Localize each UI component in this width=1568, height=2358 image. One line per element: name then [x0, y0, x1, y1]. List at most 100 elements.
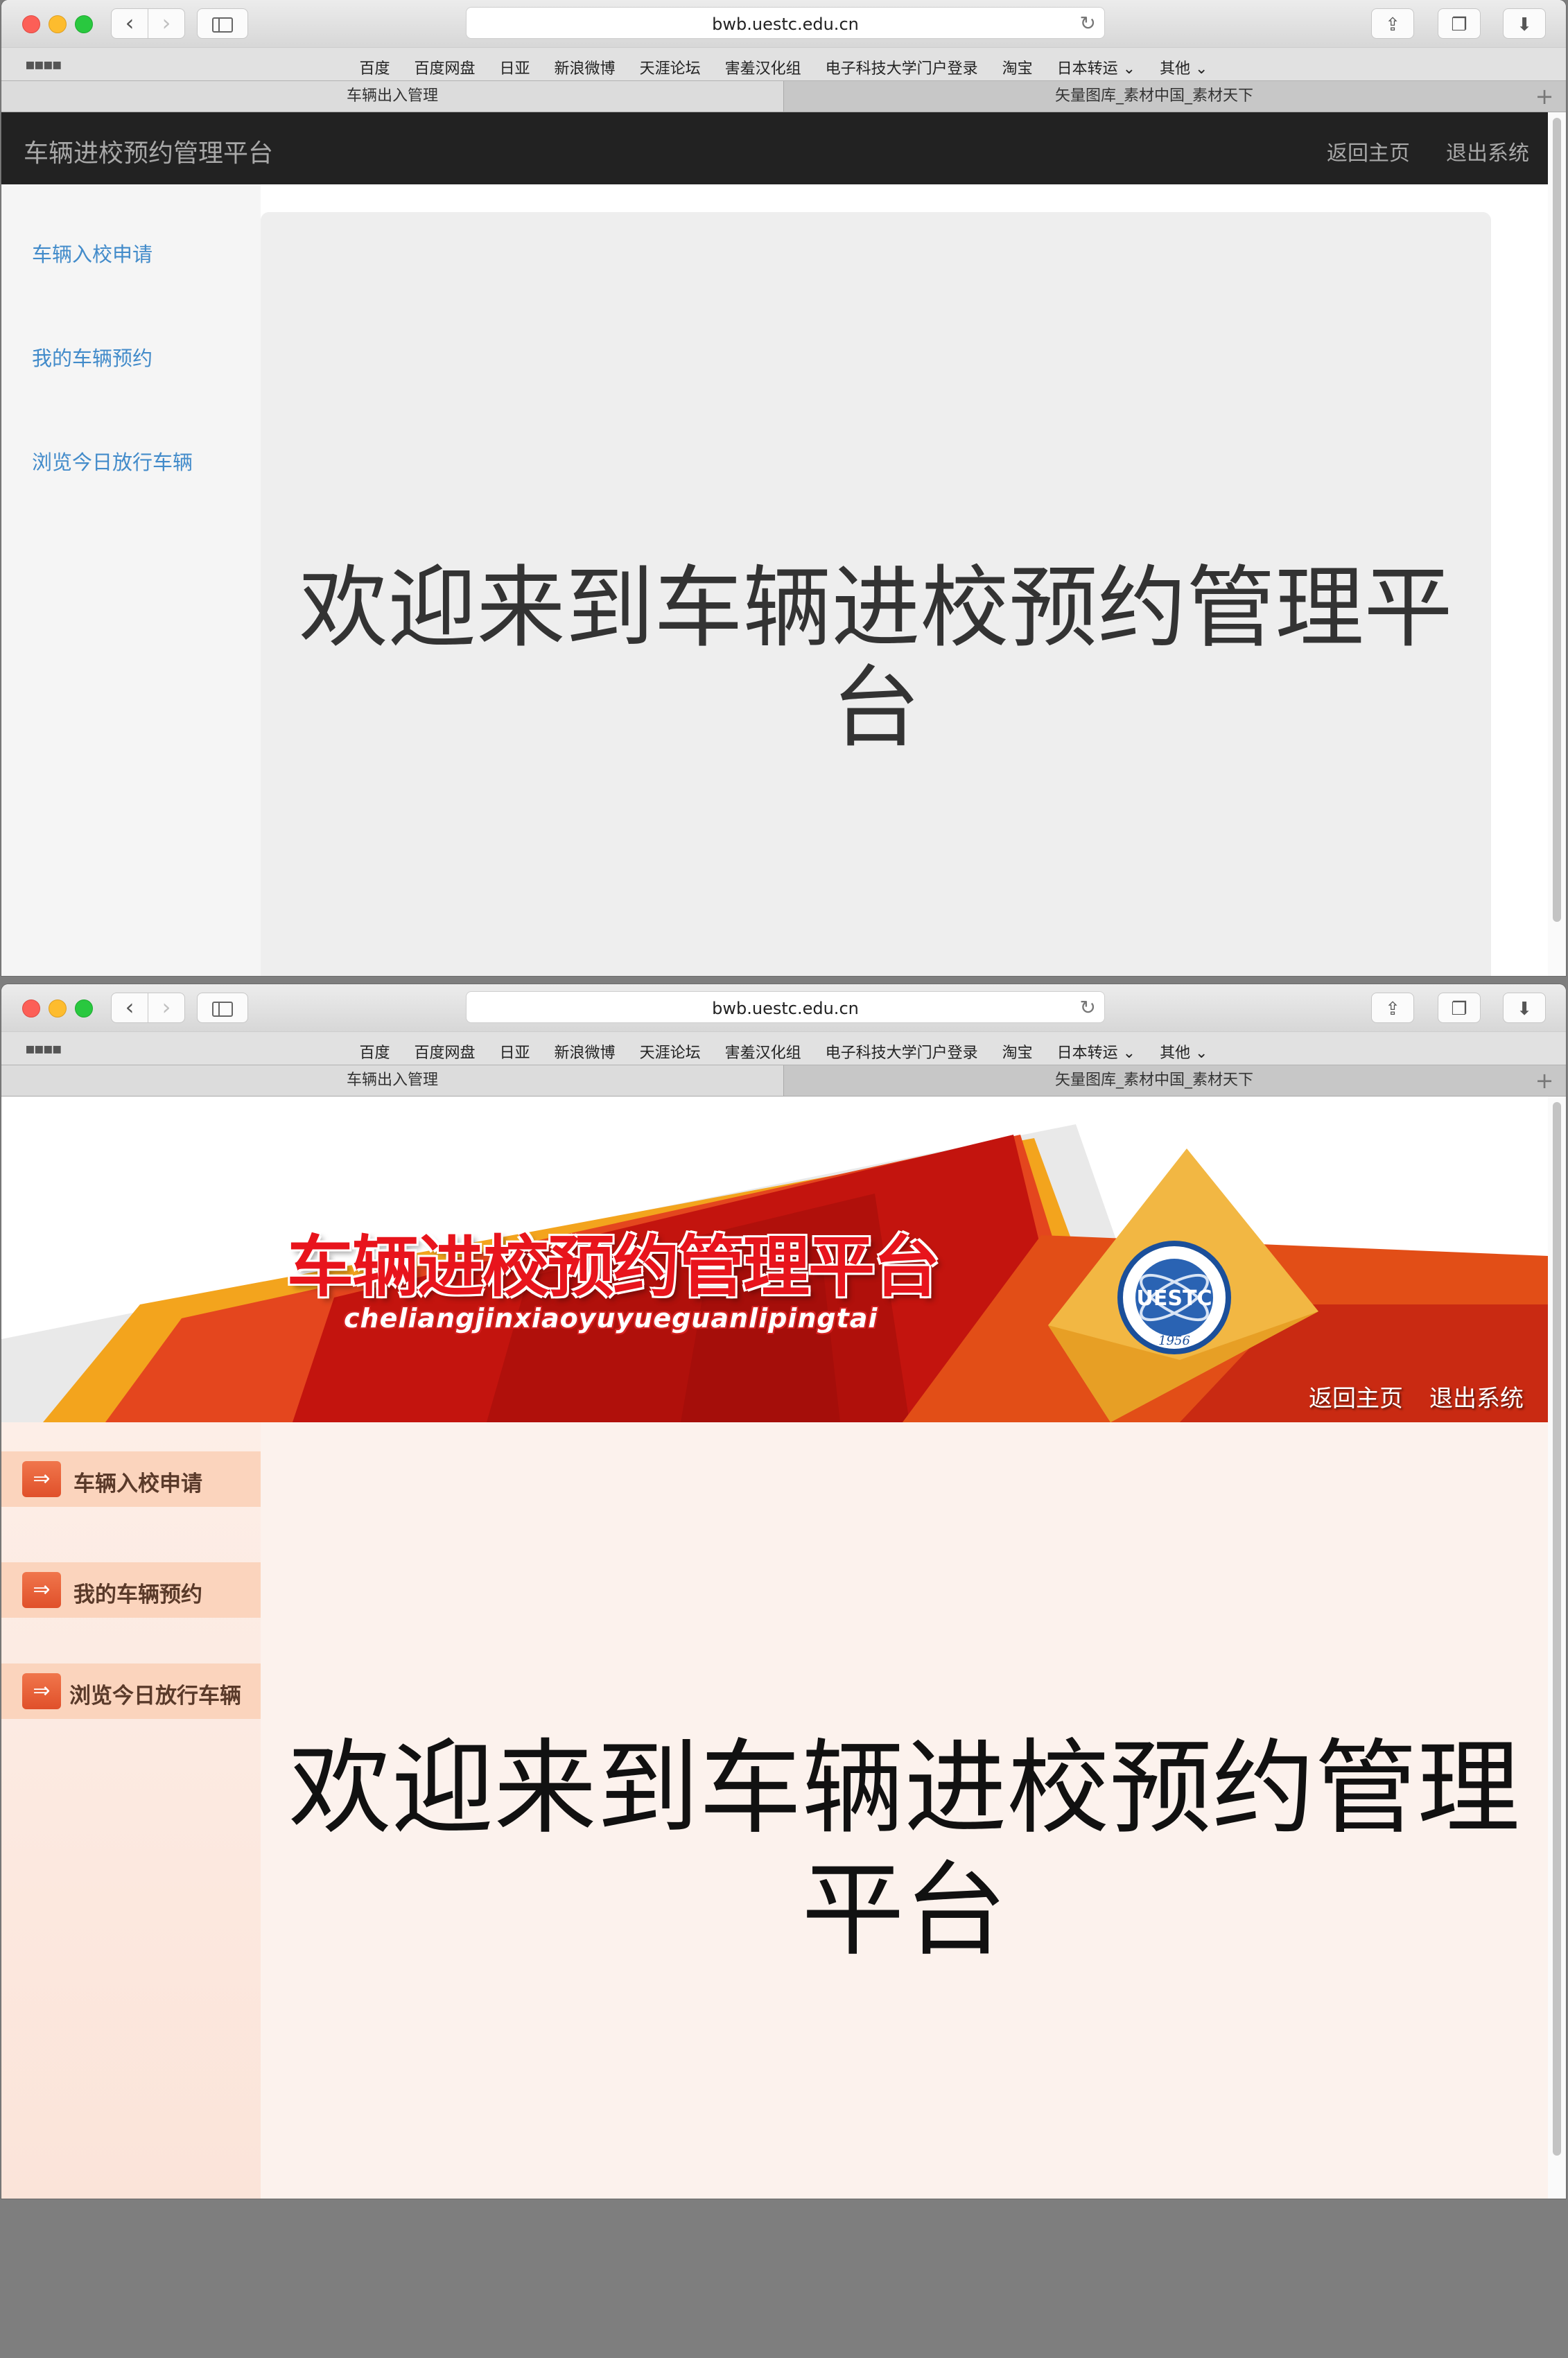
home-link[interactable]: 返回主页	[1327, 136, 1410, 166]
bookmark-item[interactable]: 淘宝	[1002, 1045, 1033, 1062]
minimize-window-button[interactable]	[49, 15, 67, 33]
bookmark-item[interactable]: 电子科技大学门户登录	[826, 1045, 978, 1062]
back-button[interactable]: ‹	[111, 8, 148, 39]
browser-window-themed: ‹ › bwb.uestc.edu.cn ↻ ⇪ ❐ ⬇ ▪▪▪▪ 百度 百度网…	[1, 984, 1566, 2199]
bookmark-item[interactable]: 电子科技大学门户登录	[826, 60, 978, 78]
tabs-icon: ❐	[1451, 15, 1467, 35]
banner-pinyin: cheliangjinxiaoyuyueguanlipingtai	[344, 1303, 878, 1334]
chevron-left-icon: ‹	[125, 10, 134, 36]
back-button[interactable]: ‹	[111, 993, 148, 1023]
emblem-year: 1956	[1158, 1334, 1190, 1348]
tab-vehicle-management[interactable]: 车辆出入管理	[1, 1065, 784, 1096]
bookmark-item[interactable]: 天涯论坛	[640, 1045, 701, 1062]
sidebar-item-label: 我的车辆预约	[73, 1582, 202, 1607]
logout-link[interactable]: 退出系统	[1429, 1379, 1524, 1413]
sidebar-toggle-button[interactable]	[197, 993, 248, 1023]
sidebar-item-my-reservations[interactable]: 我的车辆预约	[32, 342, 153, 372]
sidebar-toggle-button[interactable]	[197, 8, 248, 39]
scrollbar-thumb[interactable]	[1553, 1102, 1561, 2156]
sidebar-item-vehicle-application[interactable]: ⇒ 车辆入校申请	[1, 1451, 261, 1507]
tabs-icon: ❐	[1451, 999, 1467, 1020]
scrollbar[interactable]	[1548, 112, 1566, 976]
bookmark-folder[interactable]: 日本转运 ⌄	[1057, 60, 1135, 78]
home-link[interactable]: 返回主页	[1309, 1379, 1403, 1413]
sidebar-icon	[212, 1002, 233, 1017]
bookmark-item[interactable]: 日亚	[500, 60, 530, 78]
bookmarks-bar: ▪▪▪▪ 百度 百度网盘 日亚 新浪微博 天涯论坛 害羞汉化组 电子科技大学门户…	[1, 1031, 1566, 1065]
arrow-right-icon: ⇒	[22, 1572, 61, 1608]
bookmark-folder[interactable]: 其他 ⌄	[1160, 1045, 1208, 1062]
sidebar-item-today-vehicles[interactable]: 浏览今日放行车辆	[32, 446, 193, 475]
forward-button[interactable]: ›	[148, 993, 185, 1023]
sidebar: ⇒ 车辆入校申请 ⇒ 我的车辆预约 ⇒ 浏览今日放行车辆	[1, 1422, 261, 2199]
bookmark-list: 百度 百度网盘 日亚 新浪微博 天涯论坛 害羞汉化组 电子科技大学门户登录 淘宝…	[1, 56, 1566, 78]
downloads-button[interactable]: ⬇	[1503, 993, 1546, 1023]
welcome-heading: 欢迎来到车辆进校预约管理平台	[288, 1729, 1520, 1970]
address-bar[interactable]: bwb.uestc.edu.cn ↻	[466, 991, 1105, 1023]
browser-toolbar: ‹ › bwb.uestc.edu.cn ↻ ⇪ ❐ ⬇	[1, 0, 1566, 47]
emblem-text: UESTC	[1137, 1286, 1212, 1311]
tab-vector-library[interactable]: 矢量图库_素材中国_素材天下	[783, 1065, 1525, 1096]
chevron-left-icon: ‹	[125, 994, 134, 1020]
bookmarks-bar: ▪▪▪▪ 百度 百度网盘 日亚 新浪微博 天涯论坛 害羞汉化组 电子科技大学门户…	[1, 47, 1566, 81]
share-icon: ⇪	[1385, 15, 1400, 35]
header-banner: UESTC 1956 车辆进校预约管理平台 cheliangjinxiaoyuy…	[1, 1097, 1548, 1422]
scrollbar[interactable]	[1548, 1097, 1566, 2199]
bookmark-item[interactable]: 害羞汉化组	[725, 1045, 801, 1062]
sidebar-item-label: 浏览今日放行车辆	[69, 1684, 241, 1709]
bookmark-item[interactable]: 百度网盘	[415, 1045, 476, 1062]
main-content: 欢迎来到车辆进校预约管理平台	[261, 1422, 1548, 2199]
bookmark-item[interactable]: 新浪微博	[555, 1045, 616, 1062]
download-icon: ⬇	[1517, 15, 1532, 35]
tab-bar: 车辆出入管理 矢量图库_素材中国_素材天下 +	[1, 1065, 1566, 1097]
new-tab-button[interactable]: +	[1527, 1065, 1562, 1096]
bookmark-list: 百度 百度网盘 日亚 新浪微博 天涯论坛 害羞汉化组 电子科技大学门户登录 淘宝…	[1, 1040, 1566, 1063]
welcome-heading: 欢迎来到车辆进校预约管理平台	[299, 557, 1453, 760]
bookmark-item[interactable]: 百度	[360, 60, 390, 78]
share-button[interactable]: ⇪	[1371, 993, 1414, 1023]
bookmark-folder[interactable]: 其他 ⌄	[1160, 60, 1208, 78]
minimize-window-button[interactable]	[49, 999, 67, 1018]
tab-overview-button[interactable]: ❐	[1438, 8, 1481, 39]
navbar-brand[interactable]: 车辆进校预约管理平台	[24, 133, 273, 169]
tab-bar: 车辆出入管理 矢量图库_素材中国_素材天下 +	[1, 80, 1566, 112]
download-icon: ⬇	[1517, 999, 1532, 1020]
reload-icon[interactable]: ↻	[1080, 12, 1096, 35]
downloads-button[interactable]: ⬇	[1503, 8, 1546, 39]
bookmark-item[interactable]: 害羞汉化组	[725, 60, 801, 78]
zoom-window-button[interactable]	[75, 15, 93, 33]
address-bar[interactable]: bwb.uestc.edu.cn ↻	[466, 7, 1105, 39]
share-button[interactable]: ⇪	[1371, 8, 1414, 39]
welcome-jumbotron: 欢迎来到车辆进校预约管理平台	[261, 212, 1491, 976]
url-text: bwb.uestc.edu.cn	[712, 999, 859, 1018]
sidebar-item-my-reservations[interactable]: ⇒ 我的车辆预约	[1, 1562, 261, 1618]
tab-vehicle-management[interactable]: 车辆出入管理	[1, 81, 784, 112]
tab-overview-button[interactable]: ❐	[1438, 993, 1481, 1023]
sidebar-item-vehicle-application[interactable]: 车辆入校申请	[32, 238, 153, 268]
sidebar-icon	[212, 17, 233, 33]
bookmark-item[interactable]: 淘宝	[1002, 60, 1033, 78]
logout-link[interactable]: 退出系统	[1446, 136, 1529, 166]
top-navbar: 车辆进校预约管理平台 返回主页 退出系统	[1, 112, 1548, 184]
bookmark-item[interactable]: 百度网盘	[415, 60, 476, 78]
chevron-right-icon: ›	[162, 994, 171, 1020]
bookmark-item[interactable]: 新浪微博	[555, 60, 616, 78]
zoom-window-button[interactable]	[75, 999, 93, 1018]
new-tab-button[interactable]: +	[1527, 81, 1562, 112]
close-window-button[interactable]	[22, 999, 40, 1018]
browser-toolbar: ‹ › bwb.uestc.edu.cn ↻ ⇪ ❐ ⬇	[1, 984, 1566, 1031]
bookmark-item[interactable]: 百度	[360, 1045, 390, 1062]
reload-icon[interactable]: ↻	[1080, 996, 1096, 1019]
sidebar-item-today-vehicles[interactable]: ⇒ 浏览今日放行车辆	[1, 1663, 261, 1719]
bookmark-item[interactable]: 天涯论坛	[640, 60, 701, 78]
bookmark-item[interactable]: 日亚	[500, 1045, 530, 1062]
chevron-right-icon: ›	[162, 10, 171, 36]
scrollbar-thumb[interactable]	[1553, 118, 1561, 922]
sidebar: 车辆入校申请 我的车辆预约 浏览今日放行车辆	[1, 184, 261, 976]
browser-window-bootstrap: ‹ › bwb.uestc.edu.cn ↻ ⇪ ❐ ⬇ ▪▪▪▪ 百度 百度网…	[1, 0, 1566, 976]
arrow-right-icon: ⇒	[22, 1673, 61, 1709]
close-window-button[interactable]	[22, 15, 40, 33]
tab-vector-library[interactable]: 矢量图库_素材中国_素材天下	[783, 81, 1525, 112]
bookmark-folder[interactable]: 日本转运 ⌄	[1057, 1045, 1135, 1062]
forward-button[interactable]: ›	[148, 8, 185, 39]
